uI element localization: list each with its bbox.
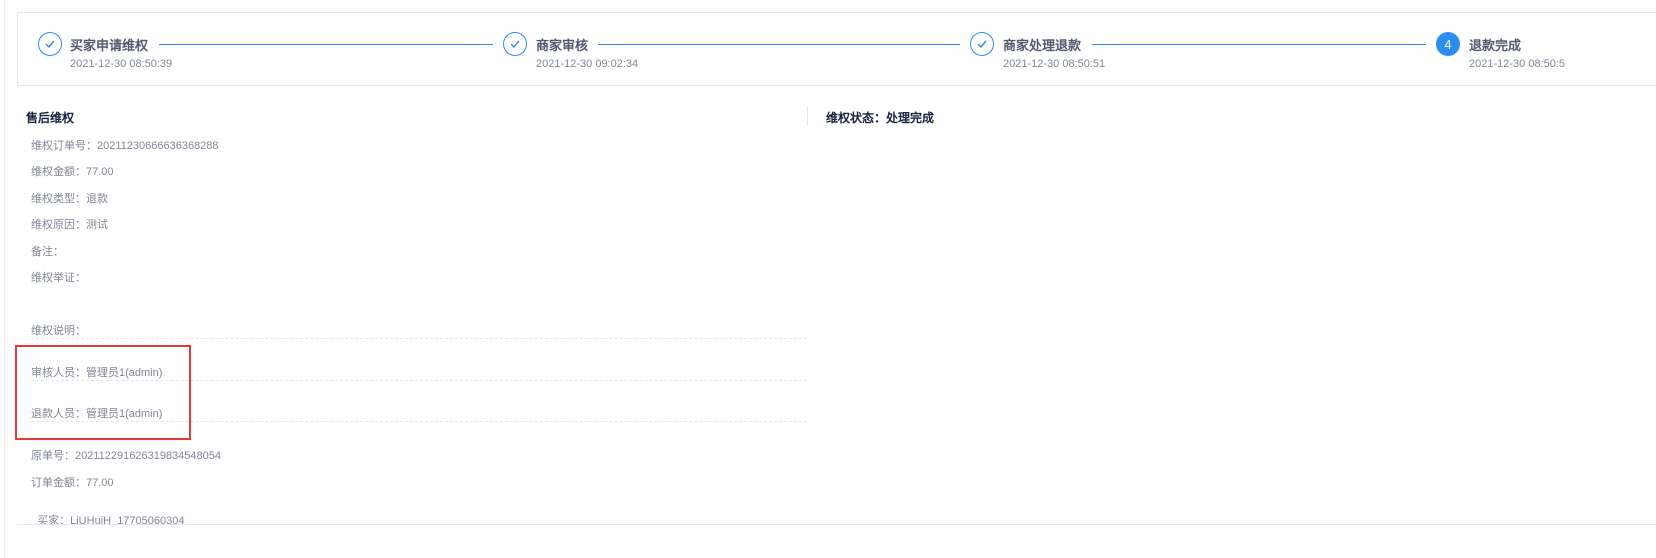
step-3-time: 2021-12-30 08:50:51 [1003,58,1106,70]
section-title: 售后维权 [26,111,75,125]
step-4-time: 2021-12-30 08:50:5 [1469,58,1566,70]
refund-status-label: 维权状态： [826,111,887,125]
field-label: 维权金额： [31,166,86,178]
progress-steps: 买家申请维权 2021-12-30 08:50:39 商家审核 2021-12-… [17,12,1656,86]
field-remark: 备注： [31,243,64,259]
step-2-time: 2021-12-30 09:02:34 [536,58,639,70]
field-reason: 维权原因：测试 [31,216,108,232]
field-original-no: 原单号：20211229162631983454805​4 [31,447,221,463]
field-label: 维权原因： [31,219,86,231]
field-description: 维权说明： [31,322,86,338]
field-value: 测试 [86,219,108,231]
field-label: 原单号： [31,450,75,462]
step-connector [598,44,960,45]
step-3-title: 商家处理退款 [1003,38,1082,53]
step-4-number: 4 [1436,32,1460,56]
step-4-title: 退款完成 [1469,38,1522,53]
field-value: 20211230666636368288 [97,140,219,152]
step-2-title: 商家审核 [536,38,589,53]
step-1-title: 买家申请维权 [70,38,149,53]
step-connector [159,44,493,45]
field-value: LiUHuiH 17705060304 [70,515,185,527]
field-value: 77.00 [86,477,114,489]
dashed-divider [31,338,807,339]
field-label: 买家： [37,515,71,527]
check-icon [503,32,527,56]
field-label: 维权类型： [31,193,86,205]
bottom-divider [17,524,1656,525]
field-order-no: 维权订单号：20211230666636368288 [31,137,219,153]
refund-status: 维权状态：处理完成 [826,109,934,126]
refund-status-value: 处理完成 [886,111,935,125]
check-icon [38,32,62,56]
field-label: 维权举证： [31,272,86,284]
field-label: 订单金额： [31,477,86,489]
column-divider [807,106,808,126]
field-value: 77.00 [86,166,114,178]
field-order-amount: 订单金额：77.00 [31,474,114,490]
field-label: 维权说明： [31,325,86,337]
step-1-time: 2021-12-30 08:50:39 [70,58,173,70]
step-connector [1092,44,1426,45]
field-value: 退款 [86,193,108,205]
field-evidence: 维权举证： [31,269,86,285]
page-left-edge [4,0,5,558]
field-label: 备注： [31,246,64,258]
field-label: 维权订单号： [31,140,97,152]
field-value: 20211229162631983454805​4 [75,450,222,462]
highlight-box [15,345,191,440]
field-type: 维权类型：退款 [31,190,108,206]
check-icon [970,32,994,56]
field-amount: 维权金额：77.00 [31,163,114,179]
